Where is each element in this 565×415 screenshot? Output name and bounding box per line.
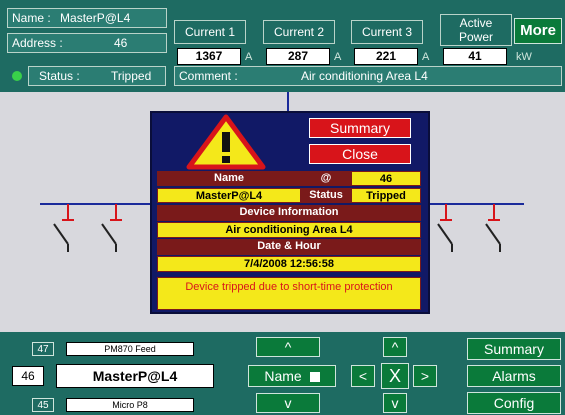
popup-name-header: Name: [157, 171, 301, 186]
nav-down-button[interactable]: v: [383, 393, 407, 413]
popup-address-value: 46: [351, 171, 421, 186]
name-value: MasterP@L4: [60, 11, 131, 25]
nav-left-button[interactable]: <: [351, 365, 375, 387]
more-button[interactable]: More: [514, 18, 562, 44]
current1-value: 1367: [177, 48, 241, 65]
popup-summary-button[interactable]: Summary: [309, 118, 411, 138]
status-indicator-icon: [12, 71, 22, 81]
popup-at-header: @: [301, 171, 351, 186]
popup-message: Device tripped due to short-time protect…: [157, 277, 421, 310]
comment-field: Comment : Air conditioning Area L4: [174, 66, 562, 86]
nav-right-button[interactable]: >: [413, 365, 437, 387]
active-power-unit: kW: [516, 51, 532, 63]
comment-value: Air conditioning Area L4: [301, 69, 428, 83]
list-down-button[interactable]: v: [256, 393, 320, 413]
status-label: Status :: [39, 69, 80, 83]
current1-unit: A: [245, 51, 253, 63]
alarms-button[interactable]: Alarms: [467, 365, 561, 387]
address-value: 46: [114, 36, 128, 50]
current3-unit: A: [422, 51, 430, 63]
summary-button[interactable]: Summary: [467, 338, 561, 360]
checkbox-icon: [309, 372, 320, 382]
warning-icon: [186, 114, 266, 170]
current1-label: Current 1: [174, 20, 246, 44]
next-device-number: 45: [32, 398, 54, 412]
current-device-item[interactable]: MasterP@L4: [56, 364, 214, 388]
popup-status-label: Status: [301, 188, 351, 203]
active-power-label: Active Power: [440, 14, 512, 46]
popup-name-value: MasterP@L4: [157, 188, 301, 203]
popup-close-button[interactable]: Close: [309, 144, 411, 164]
status-value: Tripped: [111, 69, 152, 83]
address-label: Address :: [12, 36, 63, 50]
device-name-field: Name : MasterP@L4: [7, 8, 167, 28]
current2-unit: A: [334, 51, 342, 63]
breaker-left-2[interactable]: [101, 204, 122, 252]
active-power-value: 41: [443, 48, 507, 65]
popup-date-value: 7/4/2008 12:56:58: [157, 256, 421, 272]
popup-date-header: Date & Hour: [157, 239, 421, 255]
popup-device-info-header: Device Information: [157, 205, 421, 221]
config-button[interactable]: Config: [467, 392, 561, 414]
next-device-item[interactable]: Micro P8: [66, 398, 194, 412]
comment-label: Comment :: [179, 69, 238, 83]
current3-label: Current 3: [351, 20, 423, 44]
prev-device-item[interactable]: PM870 Feed: [66, 342, 194, 356]
name-sort-button[interactable]: Name: [248, 365, 336, 387]
breaker-left-1[interactable]: [53, 204, 74, 252]
breaker-right-2[interactable]: [485, 204, 501, 252]
breaker-right-1[interactable]: [437, 204, 453, 252]
current3-value: 221: [354, 48, 418, 65]
nav-center-button[interactable]: X: [381, 363, 409, 389]
name-label: Name :: [12, 11, 51, 25]
device-status-field: Status : Tripped: [28, 66, 166, 86]
popup-status-value: Tripped: [351, 188, 421, 203]
nav-up-button[interactable]: ^: [383, 337, 407, 357]
current2-value: 287: [266, 48, 330, 65]
prev-device-number: 47: [32, 342, 54, 356]
name-sort-label: Name: [264, 368, 302, 384]
popup-device-info-value: Air conditioning Area L4: [157, 222, 421, 238]
current2-label: Current 2: [263, 20, 335, 44]
list-up-button[interactable]: ^: [256, 337, 320, 357]
device-address-field: Address : 46: [7, 33, 167, 53]
current-device-number: 46: [12, 366, 44, 386]
